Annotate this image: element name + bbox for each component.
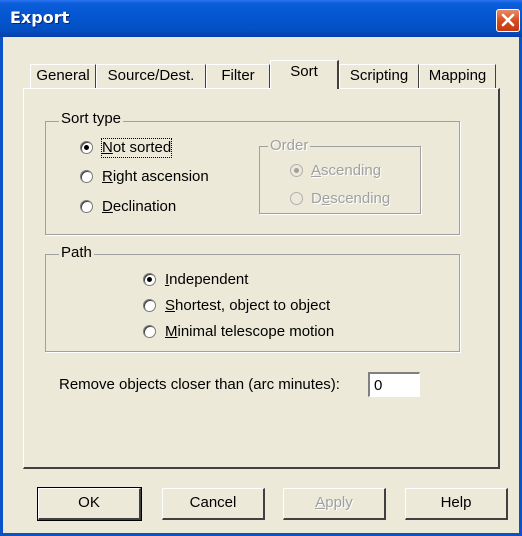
right-ascension-label[interactable]: Right ascension (102, 168, 209, 186)
minimal-motion-label[interactable]: Minimal telescope motion (165, 323, 334, 341)
tab-scripting[interactable]: Scripting (339, 64, 419, 88)
declination-label[interactable]: Declination (102, 198, 176, 216)
not-sorted-label[interactable]: Not sorted (100, 138, 173, 158)
order-label: Order (268, 137, 311, 154)
tab-label: Sort (290, 63, 318, 80)
tab-label: Scripting (349, 67, 409, 84)
tab-mapping[interactable]: Mapping (419, 64, 496, 88)
independent-radio[interactable] (143, 273, 156, 286)
tab-label: Source/Dest. (107, 67, 195, 84)
window-frame-left (0, 37, 3, 536)
shortest-label[interactable]: Shortest, object to object (165, 297, 330, 315)
title-bar[interactable]: Export (0, 0, 522, 37)
tab-label: Mapping (428, 67, 487, 84)
remove-objects-input[interactable] (368, 372, 420, 397)
tab-label: Filter (221, 67, 255, 84)
ok-button[interactable]: OK (37, 487, 142, 521)
tab-filter[interactable]: Filter (206, 64, 270, 88)
path-label: Path (59, 244, 94, 261)
sort-type-label: Sort type (59, 110, 124, 127)
right-ascension-radio[interactable] (80, 170, 93, 183)
tab-sort[interactable]: Sort (270, 60, 339, 89)
shortest-radio[interactable] (143, 299, 156, 312)
window-title: Export (10, 8, 70, 27)
apply-button[interactable]: Apply (283, 488, 386, 520)
declination-radio[interactable] (80, 200, 93, 213)
not-sorted-radio[interactable] (80, 141, 93, 154)
ascending-radio[interactable] (290, 164, 303, 177)
minimal-motion-radio[interactable] (143, 325, 156, 338)
ascending-label[interactable]: Ascending (311, 162, 381, 180)
independent-label[interactable]: Independent (165, 271, 248, 289)
remove-objects-label: Remove objects closer than (arc minutes)… (59, 376, 340, 393)
tab-label: General (36, 67, 90, 84)
close-icon (501, 13, 515, 27)
help-button[interactable]: Help (405, 488, 508, 520)
cancel-button[interactable]: Cancel (162, 488, 265, 520)
close-button[interactable] (496, 9, 520, 32)
descending-radio[interactable] (290, 192, 303, 205)
descending-label[interactable]: Descending (311, 190, 390, 208)
tab-source-dest[interactable]: Source/Dest. (96, 64, 206, 88)
tab-general[interactable]: General (30, 64, 96, 88)
